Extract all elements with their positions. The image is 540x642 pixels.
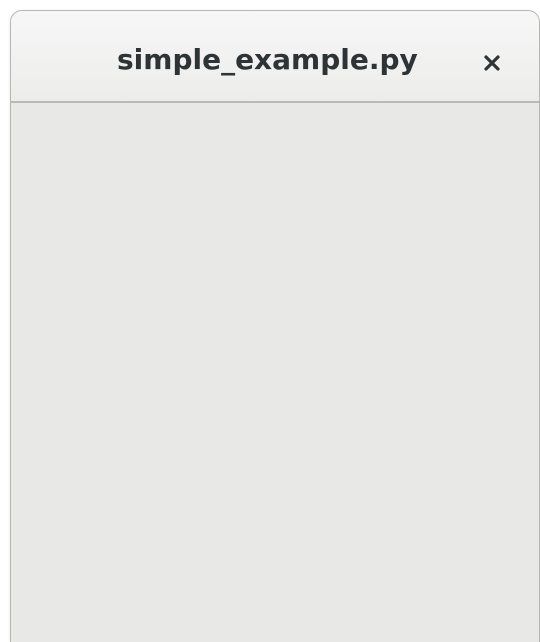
title-bar[interactable]: simple_example.py [11,11,539,103]
app-window: simple_example.py [10,10,540,642]
close-button[interactable] [473,44,509,80]
close-icon [484,55,500,71]
window-title: simple_example.py [117,43,418,76]
window-content [11,103,539,642]
